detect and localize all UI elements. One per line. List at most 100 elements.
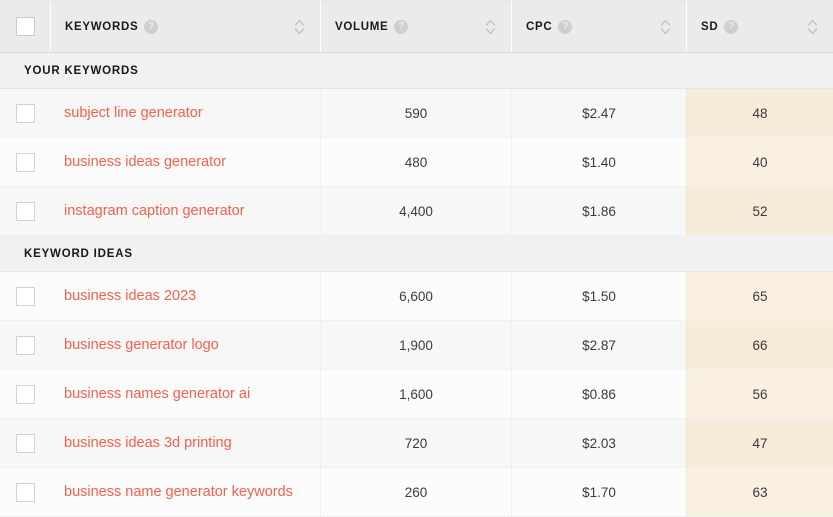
row-select-cell bbox=[0, 138, 50, 186]
keyword-link[interactable]: business ideas 2023 bbox=[64, 288, 196, 304]
sd-value: 65 bbox=[752, 288, 768, 304]
keyword-link[interactable]: business name generator keywords bbox=[64, 484, 293, 500]
sd-cell: 65 bbox=[686, 272, 833, 320]
keyword-link[interactable]: business names generator ai bbox=[64, 386, 250, 402]
column-header-cpc-label: CPC bbox=[526, 20, 553, 33]
cpc-value: $0.86 bbox=[582, 386, 616, 402]
table-header-row: KEYWORDS ? VOLUME ? CPC ? SD ? bbox=[0, 1, 833, 53]
sort-keywords-icon[interactable] bbox=[293, 17, 306, 37]
row-checkbox[interactable] bbox=[15, 152, 35, 172]
keyword-cell: business ideas 3d printing bbox=[50, 419, 320, 467]
keyword-link[interactable]: instagram caption generator bbox=[64, 203, 245, 219]
volume-value: 1,600 bbox=[399, 386, 433, 402]
sd-cell: 56 bbox=[686, 370, 833, 418]
sd-value: 63 bbox=[752, 484, 768, 500]
volume-cell: 260 bbox=[320, 468, 511, 516]
sd-cell: 66 bbox=[686, 321, 833, 369]
section-header-label: KEYWORD IDEAS bbox=[24, 247, 133, 260]
row-checkbox[interactable] bbox=[15, 482, 35, 502]
section-header-label: YOUR KEYWORDS bbox=[24, 64, 139, 77]
cpc-cell: $1.86 bbox=[511, 187, 686, 235]
row-checkbox[interactable] bbox=[15, 286, 35, 306]
cpc-value: $2.87 bbox=[582, 337, 616, 353]
volume-value: 1,900 bbox=[399, 337, 433, 353]
row-select-cell bbox=[0, 272, 50, 320]
keyword-cell: subject line generator bbox=[50, 89, 320, 137]
select-all-header-cell bbox=[0, 1, 50, 52]
sd-cell: 47 bbox=[686, 419, 833, 467]
keyword-cell: business ideas generator bbox=[50, 138, 320, 186]
table-row: subject line generator 590 $2.47 48 bbox=[0, 89, 833, 138]
sd-cell: 40 bbox=[686, 138, 833, 186]
row-select-cell bbox=[0, 468, 50, 516]
volume-cell: 4,400 bbox=[320, 187, 511, 235]
cpc-cell: $2.87 bbox=[511, 321, 686, 369]
table-row: business name generator keywords 260 $1.70… bbox=[0, 468, 833, 517]
help-icon[interactable]: ? bbox=[558, 19, 573, 34]
keyword-cell: business generator logo bbox=[50, 321, 320, 369]
volume-value: 4,400 bbox=[399, 203, 433, 219]
volume-cell: 720 bbox=[320, 419, 511, 467]
sort-volume-icon[interactable] bbox=[484, 17, 497, 37]
help-icon[interactable]: ? bbox=[724, 19, 739, 34]
cpc-value: $1.40 bbox=[582, 154, 616, 170]
section-header-row: YOUR KEYWORDS bbox=[0, 53, 833, 89]
row-select-cell bbox=[0, 370, 50, 418]
row-checkbox[interactable] bbox=[15, 384, 35, 404]
cpc-value: $2.03 bbox=[582, 435, 616, 451]
keyword-cell: business ideas 2023 bbox=[50, 272, 320, 320]
column-header-volume-label: VOLUME bbox=[335, 20, 389, 33]
sd-value: 40 bbox=[752, 154, 768, 170]
select-all-checkbox[interactable] bbox=[15, 17, 35, 36]
column-header-sd-label: SD bbox=[701, 20, 719, 33]
help-icon[interactable]: ? bbox=[394, 19, 409, 34]
keyword-link[interactable]: business ideas generator bbox=[64, 154, 226, 170]
row-select-cell bbox=[0, 321, 50, 369]
sd-value: 47 bbox=[752, 435, 768, 451]
row-select-cell bbox=[0, 89, 50, 137]
volume-value: 260 bbox=[404, 484, 428, 500]
column-header-cpc[interactable]: CPC ? bbox=[511, 1, 686, 52]
cpc-value: $1.50 bbox=[582, 288, 616, 304]
cpc-value: $2.47 bbox=[582, 105, 616, 121]
column-header-volume[interactable]: VOLUME ? bbox=[320, 1, 511, 52]
volume-value: 590 bbox=[404, 105, 428, 121]
row-select-cell bbox=[0, 187, 50, 235]
cpc-value: $1.86 bbox=[582, 203, 616, 219]
row-checkbox[interactable] bbox=[15, 433, 35, 453]
sort-sd-icon[interactable] bbox=[806, 17, 819, 37]
keyword-link[interactable]: subject line generator bbox=[64, 105, 203, 121]
table-row: business ideas 2023 6,600 $1.50 65 bbox=[0, 272, 833, 321]
table-body: YOUR KEYWORDS subject line generator 590 $2… bbox=[0, 53, 833, 517]
row-select-cell bbox=[0, 419, 50, 467]
volume-cell: 1,600 bbox=[320, 370, 511, 418]
column-header-keywords[interactable]: KEYWORDS ? bbox=[50, 1, 320, 52]
sd-value: 52 bbox=[752, 203, 768, 219]
column-header-sd[interactable]: SD ? bbox=[686, 1, 833, 52]
cpc-cell: $2.47 bbox=[511, 89, 686, 137]
table-row: business ideas generator 480 $1.40 40 bbox=[0, 138, 833, 187]
row-checkbox[interactable] bbox=[15, 103, 35, 123]
keyword-link[interactable]: business ideas 3d printing bbox=[64, 435, 232, 451]
volume-value: 480 bbox=[404, 154, 428, 170]
volume-cell: 480 bbox=[320, 138, 511, 186]
row-checkbox[interactable] bbox=[15, 201, 35, 221]
cpc-cell: $0.86 bbox=[511, 370, 686, 418]
table-row: business ideas 3d printing 720 $2.03 47 bbox=[0, 419, 833, 468]
volume-cell: 1,900 bbox=[320, 321, 511, 369]
volume-cell: 6,600 bbox=[320, 272, 511, 320]
keyword-cell: instagram caption generator bbox=[50, 187, 320, 235]
sd-cell: 48 bbox=[686, 89, 833, 137]
section-header-row: KEYWORD IDEAS bbox=[0, 236, 833, 272]
sort-cpc-icon[interactable] bbox=[659, 17, 672, 37]
row-checkbox[interactable] bbox=[15, 335, 35, 355]
table-row: business names generator ai 1,600 $0.86 56 bbox=[0, 370, 833, 419]
volume-cell: 590 bbox=[320, 89, 511, 137]
cpc-cell: $2.03 bbox=[511, 419, 686, 467]
help-icon[interactable]: ? bbox=[144, 19, 159, 34]
sd-value: 66 bbox=[752, 337, 768, 353]
cpc-cell: $1.50 bbox=[511, 272, 686, 320]
keyword-link[interactable]: business generator logo bbox=[64, 337, 219, 353]
table-row: business generator logo 1,900 $2.87 66 bbox=[0, 321, 833, 370]
cpc-cell: $1.40 bbox=[511, 138, 686, 186]
